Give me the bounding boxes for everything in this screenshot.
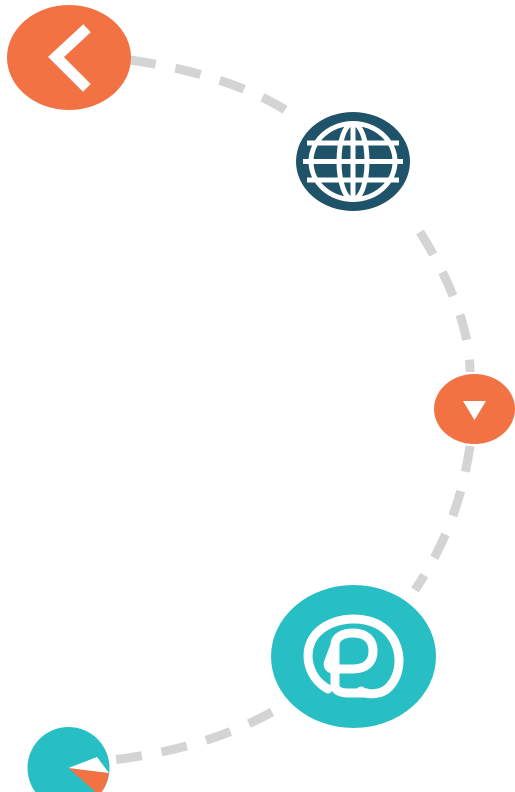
- globe-icon: [296, 112, 410, 211]
- back-button[interactable]: [7, 5, 131, 110]
- triangle-down-icon: [434, 374, 515, 444]
- dropdown-button[interactable]: [434, 374, 515, 444]
- at-sign-icon: [271, 585, 436, 728]
- pie-chart-icon: [27, 727, 110, 792]
- email-button[interactable]: [271, 585, 436, 728]
- pie-chart-button[interactable]: [27, 727, 110, 792]
- globe-button[interactable]: [295, 111, 411, 212]
- chevron-left-icon: [7, 5, 131, 110]
- navigation-path-canvas: [0, 0, 515, 792]
